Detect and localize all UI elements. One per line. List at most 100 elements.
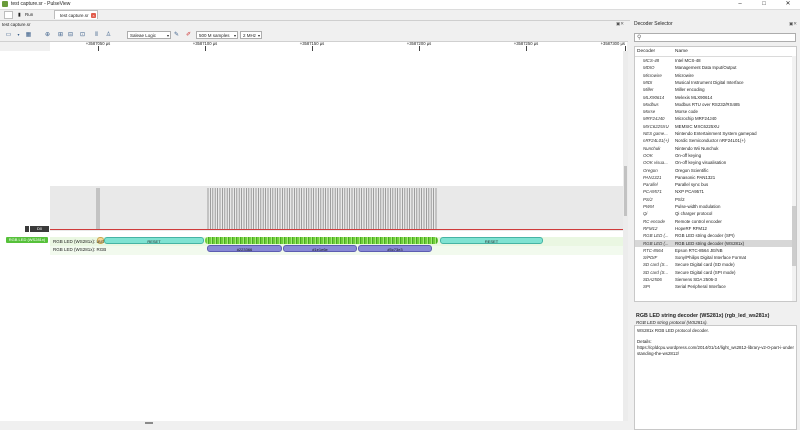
probe-icon[interactable]: ✐	[184, 31, 193, 39]
annotation-reset[interactable]: RESET	[440, 237, 543, 244]
annotation-reset[interactable]: RESET	[104, 237, 204, 244]
decoder-list-item[interactable]: NES game... Nintendo Entertainment System…	[635, 130, 793, 137]
minimize-button[interactable]: –	[728, 0, 752, 9]
decoder-list-item[interactable]: MIDI Musical Instrument Digital Interface	[635, 79, 793, 86]
decoder-id: Oregon	[643, 167, 658, 173]
decoder-list-item[interactable]: PWM Pulse-width modulation	[635, 203, 793, 210]
annotation-color[interactable]: #5c73e3	[358, 245, 432, 252]
new-session-icon[interactable]	[4, 11, 13, 19]
dock-float-close-icon[interactable]: ▣✕	[789, 21, 797, 27]
decoder-id: RFM12	[643, 225, 658, 231]
decoder-list-item[interactable]: RGB LED (... RGB LED string decoder (SPI)	[635, 232, 793, 239]
decoder-id: RTC-8564	[643, 247, 664, 253]
annotation-bits-stream[interactable]	[205, 237, 438, 244]
decoder-list-item[interactable]: RC encode Remote control encoder	[635, 218, 793, 225]
decoder-id: MIDI	[643, 79, 653, 85]
decoder-list-item[interactable]: MLX90614 Melexis MLX90614	[635, 94, 793, 101]
decoder-id: PCA9571	[643, 189, 662, 195]
add-decoder-icon[interactable]: ⊕	[43, 31, 52, 39]
logic-signal-d0	[96, 188, 437, 229]
decoder-list-item[interactable]: Oregon Oregon Scientific	[635, 167, 793, 174]
decoder-name: Musical Instrument Digital Interface	[675, 79, 744, 85]
zoom-fit-icon[interactable]: ⊡	[78, 31, 87, 39]
decoder-list[interactable]: Decoder Name MCS-48 Intel MCS-48 MDIO Manag…	[634, 46, 797, 302]
samples-select[interactable]: 500 M samples ▾	[196, 31, 238, 39]
decoder-name: Serial Peripheral Interface	[675, 284, 726, 290]
decoder-description: WS281x RGB LED protocol decoder. Details…	[634, 325, 797, 430]
decoder-name: Siemens SDA 2506-3	[675, 277, 717, 282]
decoder-list-item[interactable]: RFM12 HopeRF RFM12	[635, 225, 793, 232]
decoder-id: Modbus	[643, 101, 659, 107]
maximize-button[interactable]: □	[752, 0, 776, 9]
decoder-id: PS/2	[643, 196, 653, 202]
column-name[interactable]: Name	[675, 47, 688, 56]
decoder-list-item[interactable]: Morse Morse code	[635, 108, 793, 115]
decoder-info-name: RGB LED string decoder (WS281x) (rgb_led…	[636, 313, 770, 319]
decoder-list-item[interactable]: MXC6225XU MEMSIC MXC6225XU	[635, 123, 793, 130]
decoder-search-input[interactable]: ⚲	[634, 33, 796, 42]
decoder-list-item[interactable]: OOK visua... On-off keying visualisation	[635, 159, 793, 166]
decoder-list-item[interactable]: Modbus Modbus RTU over RS232/RS485	[635, 101, 793, 108]
scrollbar-thumb[interactable]	[792, 206, 796, 266]
annotation-bit[interactable]: BIT	[97, 237, 104, 244]
run-icon[interactable]: ▮	[18, 11, 21, 19]
samplerate-select[interactable]: 2 MHz ▾	[240, 31, 262, 39]
scrollbar-thumb[interactable]	[624, 166, 627, 216]
decoder-list-item[interactable]: SPI Serial Peripheral Interface	[635, 283, 793, 290]
chevron-down-icon: ▾	[257, 33, 260, 38]
decoder-list-item[interactable]: PCA9571 NXP PCA9571	[635, 188, 793, 195]
zoom-in-icon[interactable]: ⊞	[56, 31, 65, 39]
decoder-list-item[interactable]: RGB LED (... RGB LED string decoder (WS28…	[635, 239, 793, 247]
decoder-id: Morse	[643, 109, 656, 115]
decoder-list-item[interactable]: SD card (S... Secure Digital card (SD mod…	[635, 261, 793, 268]
tab-close-icon[interactable]: ×	[91, 13, 96, 18]
run-button[interactable]: Run	[25, 11, 33, 19]
column-decoder[interactable]: Decoder	[637, 47, 655, 56]
decoder-name: NXP PCA9571	[675, 189, 704, 195]
tool-icon[interactable]: ♙	[104, 31, 113, 39]
decoder-id: MLX90614	[643, 94, 665, 100]
decoder-list-item[interactable]: Microwire Microwire	[635, 72, 793, 79]
close-button[interactable]: ✕	[776, 0, 800, 9]
decoder-name: Secure Digital card (SD mode)	[675, 262, 735, 268]
decoder-list-item[interactable]: PS/2 PS/2	[635, 196, 793, 203]
decoder-list-item[interactable]: MCS-48 Intel MCS-48	[635, 57, 793, 64]
open-file-icon[interactable]: ▭	[4, 31, 13, 39]
decoder-list-item[interactable]: SDA2506 Siemens SDA 2506-3	[635, 276, 793, 283]
trace-horizontal-scroll-handle[interactable]	[145, 422, 153, 424]
decoder-list-item[interactable]: Qi Qi charger protocol	[635, 210, 793, 217]
decoder-desc-link[interactable]: https://cpldcpu.wordpress.com/2014/01/14…	[637, 345, 794, 357]
decoder-list-scrollbar[interactable]	[792, 56, 796, 301]
decoder-id: Miller	[643, 87, 654, 93]
decoder-list-item[interactable]: RTC-8564 Epson RTC-8564 JE/NB	[635, 247, 793, 254]
decoder-name: Oregon Scientific	[675, 167, 709, 173]
ruler-tick-label: +3587100 µs	[192, 41, 218, 46]
decoder-list-item[interactable]: Parallel Parallel sync bus	[635, 181, 793, 188]
save-icon[interactable]: ▦	[24, 31, 33, 39]
device-select[interactable]: Saleae Logic ▾	[127, 31, 171, 39]
decoder-list-item[interactable]: MDIO Management Data Input/Output	[635, 64, 793, 71]
open-dropdown-icon[interactable]: ▾	[14, 31, 23, 39]
device-select-value: Saleae Logic	[130, 33, 157, 38]
trace-vertical-scrollbar[interactable]	[623, 51, 628, 421]
decoder-name: Secure Digital card (SPI mode)	[675, 269, 736, 275]
decoder-list-item[interactable]: nRF24L01(+) Nordic Semiconductor nRF24L01…	[635, 137, 793, 144]
tab-session[interactable]: test capture.sr ×	[54, 10, 98, 19]
decoder-list-item[interactable]: OOK On-off keying	[635, 152, 793, 159]
decoder-list-item[interactable]: Miller Miller encoding	[635, 86, 793, 93]
decoder-list-item[interactable]: SD card (S... Secure Digital card (SPI mo…	[635, 269, 793, 276]
cursor-icon[interactable]: ⫴	[92, 31, 101, 39]
decoder-list-item[interactable]: S/PDIF Sony/Philips Digital Interface For…	[635, 254, 793, 261]
decoder-trace-tag[interactable]: RGB LED (WS281x)	[6, 237, 48, 243]
annotation-color[interactable]: #223366	[207, 245, 282, 252]
zoom-out-icon[interactable]: ⊟	[66, 31, 75, 39]
decoder-list-item[interactable]: MRF24J40 Microchip MRF24J40	[635, 115, 793, 122]
trace-view[interactable]: RGB LED (WS281x): Bits RGB LED (WS281x):…	[50, 51, 626, 421]
channel-d0-tag[interactable]: D0	[25, 226, 49, 232]
decoder-id: Nunchuk	[643, 145, 661, 151]
decoder-list-item[interactable]: Nunchuk Nintendo Wii Nunchuk	[635, 145, 793, 152]
decoder-list-item[interactable]: PAN1321 Panasonic PAN1321	[635, 174, 793, 181]
dock-float-icon[interactable]: ▣✕	[616, 21, 624, 27]
annotation-color[interactable]: #1e1e6e	[283, 245, 357, 252]
configure-device-icon[interactable]: ✎	[172, 31, 181, 39]
